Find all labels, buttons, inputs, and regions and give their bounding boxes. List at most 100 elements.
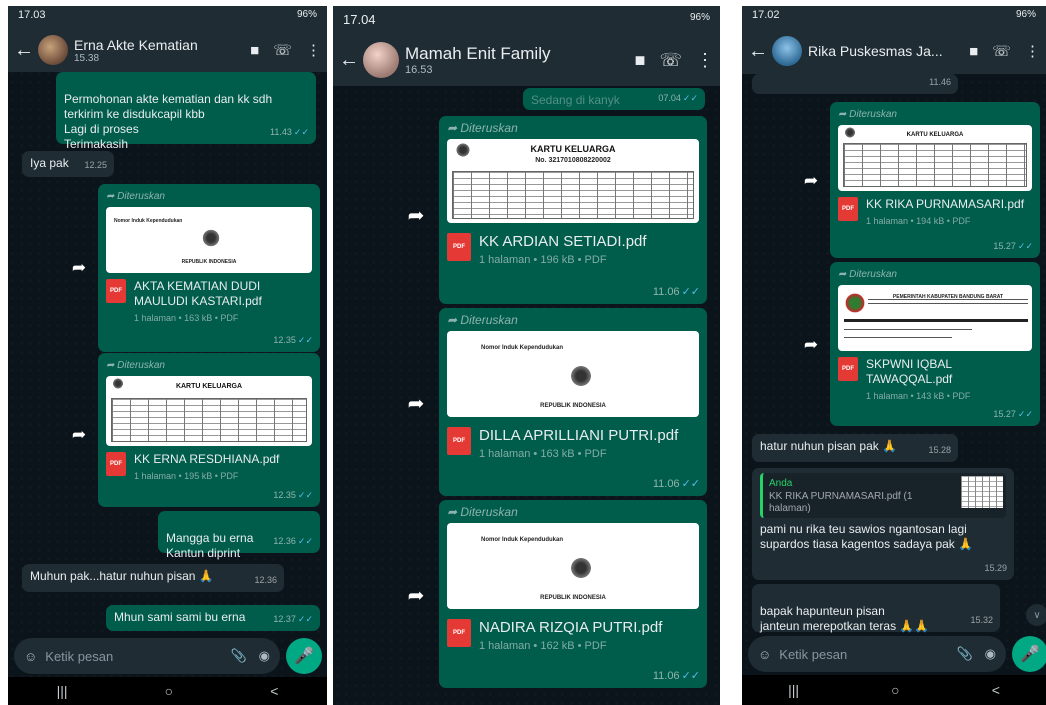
contact-name: Mamah Enit Family (405, 44, 551, 63)
quoted-message[interactable]: Anda KK RIKA PURNAMASARI.pdf (1 halaman) (760, 473, 1006, 518)
message-incoming-partial[interactable]: 11.46 (752, 74, 958, 94)
forwarded-file-message[interactable]: ➦ Diteruskan Nomor Induk Kependudukan RE… (98, 184, 320, 352)
scroll-down-button[interactable]: ∨ (1026, 604, 1046, 626)
message-text: pami nu rika teu sawios ngantosan lagi s… (760, 522, 974, 551)
back-nav-icon[interactable]: < (270, 683, 278, 699)
message-time: 11.06 ✓✓ (653, 669, 700, 684)
attach-icon[interactable]: 📎 (230, 648, 246, 664)
doc-table (452, 171, 694, 219)
mic-icon: 🎤 (294, 648, 314, 665)
video-call-icon[interactable]: ■ (969, 43, 978, 60)
message-time: 12.36 ✓✓ (273, 534, 313, 549)
share-icon[interactable]: ➦ (66, 255, 92, 281)
screenshot-mamah-chat: 17.04 96% ← Mamah Enit Family 16.53 ■ ☏ … (333, 6, 720, 705)
share-icon[interactable]: ➦ (66, 422, 92, 448)
message-incoming[interactable]: Iya pak 12.25 (22, 151, 114, 177)
time-label: 12.35 (273, 490, 296, 500)
file-name: KK RIKA PURNAMASARI.pdf (866, 197, 1025, 211)
video-call-icon[interactable]: ■ (635, 50, 646, 71)
camera-icon[interactable]: ◉ (985, 646, 996, 662)
more-options-icon[interactable]: ⋮ (306, 41, 321, 59)
more-options-icon[interactable]: ⋮ (696, 50, 714, 71)
forwarded-label: ➦ Diteruskan (447, 313, 518, 327)
attach-icon[interactable]: 📎 (956, 646, 972, 662)
message-incoming[interactable]: Muhun pak...hatur nuhun pisan 🙏 12.36 (22, 564, 284, 592)
share-icon[interactable]: ➦ (798, 332, 824, 358)
voice-call-icon[interactable]: ☏ (992, 42, 1011, 60)
video-call-icon[interactable]: ■ (250, 42, 259, 59)
forwarded-file-message[interactable]: ➦ Diteruskan PEMERINTAH KABUPATEN BANDUN… (830, 262, 1040, 426)
recents-icon[interactable]: ||| (57, 683, 68, 699)
emoji-icon[interactable]: ☺ (24, 649, 37, 664)
pdf-icon: PDF (447, 619, 471, 647)
message-outgoing[interactable]: Permohonan akte kematian dan kk sdh terk… (56, 72, 316, 151)
home-icon[interactable]: ○ (891, 682, 899, 698)
contact-avatar[interactable] (363, 42, 399, 78)
share-icon[interactable]: ➦ (401, 580, 431, 610)
recents-icon[interactable]: ||| (788, 682, 799, 698)
message-incoming[interactable]: hatur nuhun pisan pak 🙏 15.28 (752, 434, 958, 462)
kbb-logo (844, 291, 866, 315)
forwarded-file-message[interactable]: ➦ Diteruskan Nomor Induk Kependudukan RE… (439, 308, 707, 496)
document-preview[interactable]: Nomor Induk Kependudukan REPUBLIK INDONE… (447, 331, 699, 417)
emoji-icon[interactable]: ☺ (758, 647, 771, 662)
document-preview[interactable]: KARTU KELUARGA No. 3217010808220002 (447, 139, 699, 223)
forwarded-label: ➦ Diteruskan (447, 505, 518, 519)
voice-call-icon[interactable]: ☏ (273, 41, 292, 59)
back-arrow-icon[interactable]: ← (14, 39, 34, 62)
file-info: PDF DILLA APRILLIANI PUTRI.pdf 1 halaman… (447, 427, 699, 462)
share-icon[interactable]: ➦ (798, 168, 824, 194)
forwarded-file-message[interactable]: ➦ Diteruskan KARTU KELUARGA PDF KK RIKA … (830, 102, 1040, 258)
more-options-icon[interactable]: ⋮ (1025, 42, 1040, 60)
message-outgoing[interactable]: Mangga bu erna Kantun diprint 12.36 ✓✓ (158, 511, 320, 560)
android-nav-bar: ||| ○ < (8, 677, 327, 705)
status-bar: 17.02 96% (742, 6, 1046, 28)
time-label: 12.36 (273, 536, 296, 546)
message-incoming[interactable]: bapak hapunteun pisan janteun merepotkan… (752, 584, 1000, 633)
document-preview[interactable]: Nomor Induk Kependudukan REPUBLIK INDONE… (447, 523, 699, 609)
message-outgoing[interactable]: Mhun sami sami bu erna 12.37 ✓✓ (106, 605, 320, 631)
read-ticks-icon: ✓✓ (1017, 409, 1033, 419)
document-preview[interactable]: KARTU KELUARGA (838, 125, 1032, 191)
back-nav-icon[interactable]: < (992, 682, 1000, 698)
contact-name: Erna Akte Kematian (74, 36, 198, 53)
forwarded-file-message[interactable]: ➦ Diteruskan KARTU KELUARGA PDF KK ERNA … (98, 353, 320, 507)
back-arrow-icon[interactable]: ← (339, 49, 359, 72)
screenshot-rika-chat: 17.02 96% ← Rika Puskesmas Ja... ■ ☏ ⋮ 1… (742, 6, 1046, 705)
forwarded-file-message[interactable]: ➦ Diteruskan Nomor Induk Kependudukan RE… (439, 500, 707, 688)
mic-button[interactable]: 🎤 (286, 638, 322, 674)
contact-info[interactable]: Erna Akte Kematian 15.38 (74, 37, 236, 64)
document-preview[interactable]: PEMERINTAH KABUPATEN BANDUNG BARAT (838, 285, 1032, 351)
document-preview[interactable]: Nomor Induk Kependudukan REPUBLIK INDONE… (106, 207, 312, 273)
chat-header: ← Rika Puskesmas Ja... ■ ☏ ⋮ (742, 28, 1046, 74)
file-info: PDF AKTA KEMATIAN DUDI MAULUDI KASTARI.p… (106, 279, 312, 326)
doc-nik-label: Nomor Induk Kependudukan (481, 537, 564, 543)
message-incoming-reply[interactable]: Anda KK RIKA PURNAMASARI.pdf (1 halaman)… (752, 468, 1014, 580)
mic-button[interactable]: 🎤 (1012, 636, 1046, 672)
message-text: Muhun pak...hatur nuhun pisan 🙏 (30, 569, 214, 583)
back-arrow-icon[interactable]: ← (748, 40, 768, 63)
document-preview[interactable]: KARTU KELUARGA (106, 376, 312, 446)
message-outgoing-partial[interactable]: Sedang di kanyk 07.04 ✓✓ (523, 88, 705, 110)
battery-level: 96% (689, 12, 710, 23)
time-label: 12.35 (273, 335, 296, 345)
contact-info[interactable]: Mamah Enit Family 16.53 (405, 44, 621, 76)
voice-call-icon[interactable]: ☏ (659, 50, 682, 71)
message-input[interactable]: ☺ Ketik pesan 📎 ◉ (14, 638, 280, 674)
forwarded-label: ➦ Diteruskan (838, 109, 897, 120)
share-icon[interactable]: ➦ (401, 200, 431, 230)
contact-info[interactable]: Rika Puskesmas Ja... (808, 43, 955, 59)
camera-icon[interactable]: ◉ (259, 648, 270, 664)
read-ticks-icon: ✓✓ (682, 93, 698, 103)
read-ticks-icon: ✓✓ (681, 478, 700, 490)
message-text: Iya pak (30, 156, 69, 170)
home-icon[interactable]: ○ (165, 683, 173, 699)
time-label: 15.27 (993, 241, 1016, 251)
contact-avatar[interactable] (772, 36, 802, 66)
forwarded-file-message[interactable]: ➦ Diteruskan KARTU KELUARGA No. 32170108… (439, 116, 707, 304)
file-name: SKPWNI IQBAL TAWAQQAL.pdf (866, 357, 953, 386)
message-time: 12.25 (84, 160, 107, 170)
contact-avatar[interactable] (38, 35, 68, 65)
message-input[interactable]: ☺ Ketik pesan 📎 ◉ (748, 636, 1006, 672)
share-icon[interactable]: ➦ (401, 388, 431, 418)
